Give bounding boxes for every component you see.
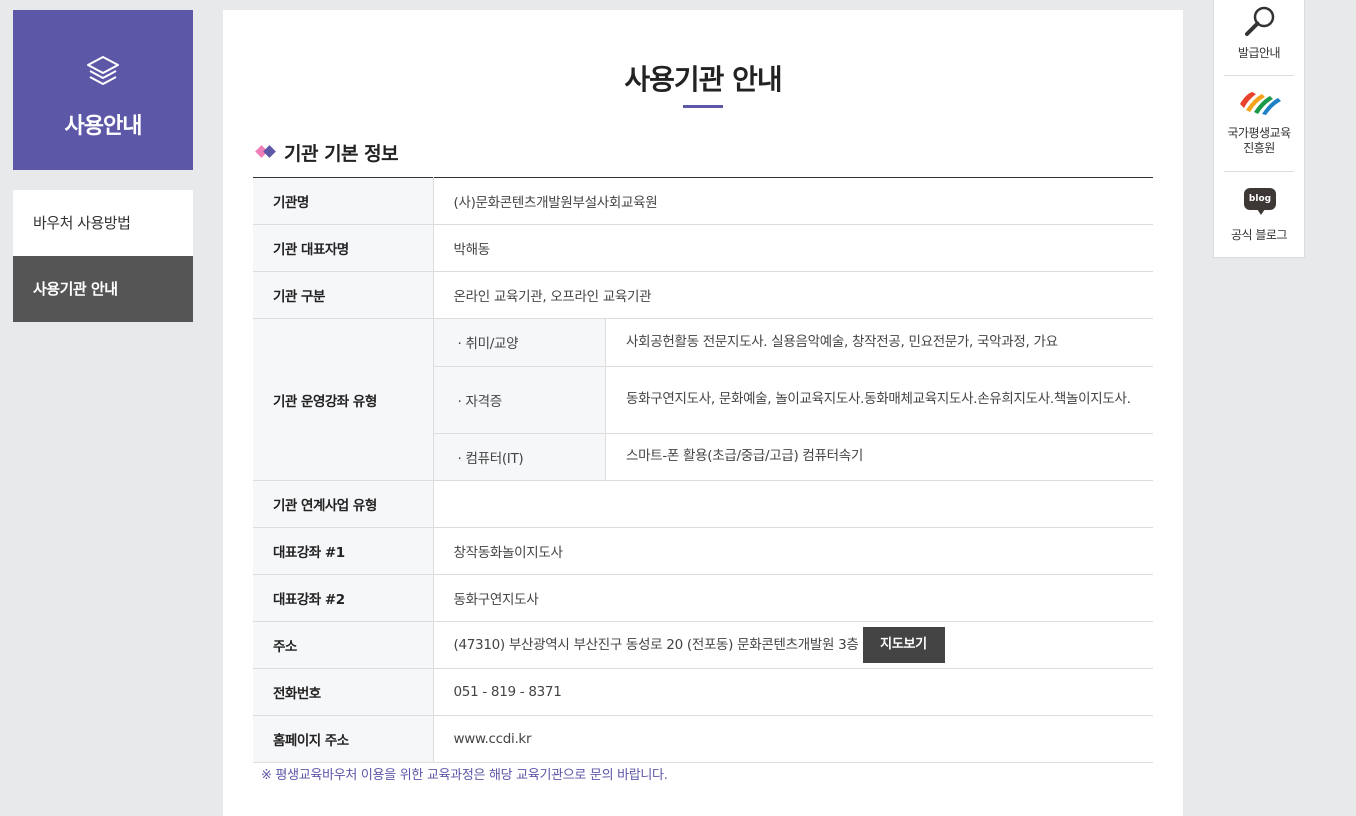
sidebar-item-voucher-usage[interactable]: 바우처 사용방법: [13, 190, 193, 256]
page-title: 사용기관 안내: [624, 63, 782, 96]
sidebar-menu: 바우처 사용방법 사용기관 안내: [13, 190, 193, 322]
table-row: 홈페이지 주소 www.ccdi.kr: [253, 715, 1153, 763]
layers-icon: [87, 56, 119, 85]
row-label: 대표강좌 #2: [253, 574, 434, 622]
course-types-table: · 취미/교양 사회공헌활동 전문지도사. 실용음악예술, 창작전공, 민요전문…: [433, 319, 1154, 480]
row-label: 기관 운영강좌 유형: [253, 318, 434, 481]
featured-course-1: 창작동화놀이지도사: [433, 527, 1153, 575]
sidebar-item-institution-guide[interactable]: 사용기관 안내: [13, 256, 193, 322]
row-label: 주소: [253, 621, 434, 669]
course-type-row: · 자격증 동화구연지도사, 문화예술, 놀이교육지도사.동화매체교육지도사.손…: [433, 366, 1153, 434]
table-row: 대표강좌 #1 창작동화놀이지도사: [253, 527, 1153, 575]
table-row: 주소 (47310) 부산광역시 부산진구 동성로 20 (전포동) 문화콘텐츠…: [253, 621, 1153, 669]
table-row: 대표강좌 #2 동화구연지도사: [253, 574, 1153, 622]
section-heading: 기관 기본 정보: [255, 140, 399, 165]
title-underline: [683, 105, 723, 108]
divider: [1224, 171, 1294, 172]
diamond-bullet-icon: [255, 145, 277, 159]
course-description: 동화구연지도사, 문화예술, 놀이교육지도사.동화매체교육지도사.손유희지도사.…: [605, 366, 1153, 434]
representative-name: 박해동: [433, 224, 1153, 272]
quick-item-nile[interactable]: 국가평생교육 진흥원: [1224, 126, 1294, 156]
row-label: 기관명: [253, 177, 434, 225]
row-label: 전화번호: [253, 668, 434, 716]
address-cell: (47310) 부산광역시 부산진구 동성로 20 (전포동) 문화콘텐츠개발원…: [433, 621, 1153, 669]
nile-logo-icon[interactable]: [1238, 90, 1284, 116]
main-content: 사용기관 안내 기관 기본 정보 기관명 (사)문화콘텐츠개발원부설사회교육원 …: [223, 10, 1183, 816]
magnifier-icon[interactable]: [1243, 4, 1277, 38]
course-description: 사회공헌활동 전문지도사. 실용음악예술, 창작전공, 민요전문가, 국악과정,…: [605, 319, 1153, 367]
view-map-button[interactable]: 지도보기: [862, 627, 945, 663]
course-type-row: · 컴퓨터(IT) 스마트-폰 활용(초급/중급/고급) 컴퓨터속기: [433, 433, 1154, 480]
course-description: 스마트-폰 활용(초급/중급/고급) 컴퓨터속기: [626, 448, 864, 465]
table-row: 기관 구분 온라인 교육기관, 오프라인 교육기관: [253, 271, 1153, 319]
row-label: 기관 연계사업 유형: [253, 480, 434, 528]
quick-item-issuance-guide[interactable]: 발급안내: [1224, 46, 1294, 61]
institution-name: (사)문화콘텐츠개발원부설사회교육원: [433, 177, 1153, 225]
course-category: · 취미/교양: [433, 319, 606, 367]
inquiry-note: ※ 평생교육바우처 이용을 위한 교육과정은 해당 교육기관으로 문의 바랍니다…: [261, 768, 668, 783]
divider: [1224, 75, 1294, 76]
course-types-cell: · 취미/교양 사회공헌활동 전문지도사. 실용음악예술, 창작전공, 민요전문…: [433, 318, 1154, 481]
homepage-url: www.ccdi.kr: [433, 715, 1153, 763]
section-title: 기관 기본 정보: [284, 142, 399, 165]
row-label: 홈페이지 주소: [253, 715, 434, 763]
row-label: 기관 구분: [253, 271, 434, 319]
course-type-row: · 취미/교양 사회공헌활동 전문지도사. 실용음악예술, 창작전공, 민요전문…: [433, 319, 1153, 367]
blog-icon[interactable]: blog: [1244, 188, 1276, 215]
institution-type: 온라인 교육기관, 오프라인 교육기관: [433, 271, 1153, 319]
course-category: · 컴퓨터(IT): [433, 433, 606, 480]
featured-course-2: 동화구연지도사: [433, 574, 1153, 622]
quick-item-official-blog[interactable]: 공식 블로그: [1224, 228, 1294, 243]
course-category: · 자격증: [433, 366, 606, 434]
table-row: 기관 운영강좌 유형 · 취미/교양 사회공헌활동 전문지도사. 실용음악예술,…: [253, 318, 1154, 481]
linked-business-type: [433, 480, 1153, 528]
sidebar-banner-title: 사용안내: [64, 114, 143, 139]
row-label: 기관 대표자명: [253, 224, 434, 272]
quick-menu: 발급안내 국가평생교육 진흥원 blog 공식 블로그: [1213, 0, 1305, 258]
row-label: 대표강좌 #1: [253, 527, 434, 575]
table-row: 기관 연계사업 유형: [253, 480, 1153, 528]
address-text: (47310) 부산광역시 부산진구 동성로 20 (전포동) 문화콘텐츠개발원…: [453, 637, 859, 653]
sidebar-banner: 사용안내: [13, 10, 193, 170]
institution-info-table: 기관명 (사)문화콘텐츠개발원부설사회교육원 기관 대표자명 박해동 기관 구분…: [253, 177, 1153, 763]
table-row: 기관명 (사)문화콘텐츠개발원부설사회교육원: [253, 177, 1153, 225]
table-row: 전화번호 051 - 819 - 8371: [253, 668, 1153, 716]
phone-number: 051 - 819 - 8371: [433, 668, 1153, 716]
table-row: 기관 대표자명 박해동: [253, 224, 1153, 272]
